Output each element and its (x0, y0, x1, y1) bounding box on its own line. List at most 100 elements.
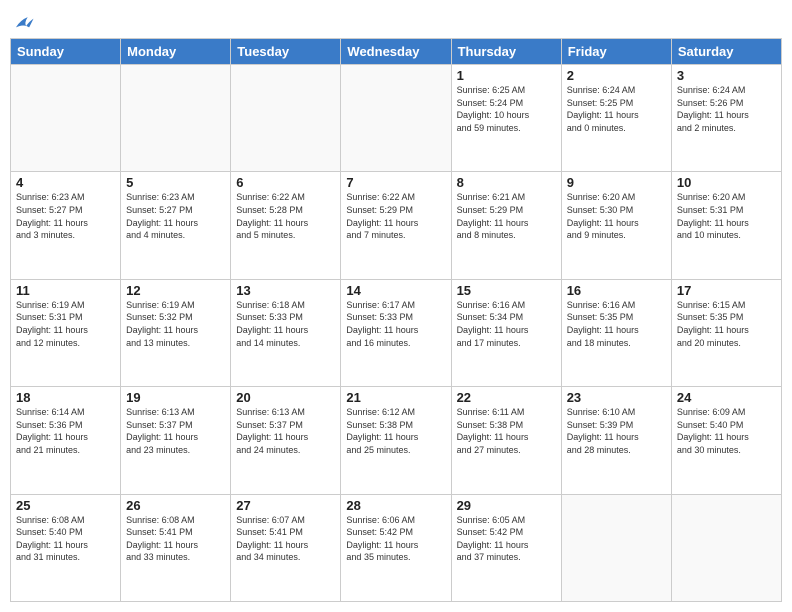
day-number: 27 (236, 498, 335, 513)
day-number: 11 (16, 283, 115, 298)
day-number: 23 (567, 390, 666, 405)
day-number: 24 (677, 390, 776, 405)
week-row-4: 18Sunrise: 6:14 AM Sunset: 5:36 PM Dayli… (11, 387, 782, 494)
day-info: Sunrise: 6:20 AM Sunset: 5:31 PM Dayligh… (677, 191, 776, 241)
calendar-cell: 9Sunrise: 6:20 AM Sunset: 5:30 PM Daylig… (561, 172, 671, 279)
calendar-cell: 5Sunrise: 6:23 AM Sunset: 5:27 PM Daylig… (121, 172, 231, 279)
calendar-cell: 20Sunrise: 6:13 AM Sunset: 5:37 PM Dayli… (231, 387, 341, 494)
calendar-cell: 1Sunrise: 6:25 AM Sunset: 5:24 PM Daylig… (451, 65, 561, 172)
day-number: 17 (677, 283, 776, 298)
calendar-cell: 26Sunrise: 6:08 AM Sunset: 5:41 PM Dayli… (121, 494, 231, 601)
calendar-cell: 14Sunrise: 6:17 AM Sunset: 5:33 PM Dayli… (341, 279, 451, 386)
day-number: 8 (457, 175, 556, 190)
day-number: 29 (457, 498, 556, 513)
day-number: 9 (567, 175, 666, 190)
weekday-header-saturday: Saturday (671, 39, 781, 65)
day-number: 1 (457, 68, 556, 83)
day-info: Sunrise: 6:08 AM Sunset: 5:41 PM Dayligh… (126, 514, 225, 564)
day-info: Sunrise: 6:24 AM Sunset: 5:26 PM Dayligh… (677, 84, 776, 134)
day-number: 13 (236, 283, 335, 298)
day-number: 26 (126, 498, 225, 513)
logo (10, 10, 35, 32)
calendar-cell: 17Sunrise: 6:15 AM Sunset: 5:35 PM Dayli… (671, 279, 781, 386)
calendar-cell: 6Sunrise: 6:22 AM Sunset: 5:28 PM Daylig… (231, 172, 341, 279)
calendar-cell: 7Sunrise: 6:22 AM Sunset: 5:29 PM Daylig… (341, 172, 451, 279)
day-info: Sunrise: 6:13 AM Sunset: 5:37 PM Dayligh… (126, 406, 225, 456)
day-number: 5 (126, 175, 225, 190)
day-number: 16 (567, 283, 666, 298)
day-info: Sunrise: 6:19 AM Sunset: 5:32 PM Dayligh… (126, 299, 225, 349)
day-number: 7 (346, 175, 445, 190)
day-number: 10 (677, 175, 776, 190)
calendar-cell (341, 65, 451, 172)
calendar-cell: 16Sunrise: 6:16 AM Sunset: 5:35 PM Dayli… (561, 279, 671, 386)
day-number: 12 (126, 283, 225, 298)
page: SundayMondayTuesdayWednesdayThursdayFrid… (0, 0, 792, 612)
day-info: Sunrise: 6:10 AM Sunset: 5:39 PM Dayligh… (567, 406, 666, 456)
day-info: Sunrise: 6:20 AM Sunset: 5:30 PM Dayligh… (567, 191, 666, 241)
day-number: 3 (677, 68, 776, 83)
calendar-cell: 18Sunrise: 6:14 AM Sunset: 5:36 PM Dayli… (11, 387, 121, 494)
day-number: 22 (457, 390, 556, 405)
calendar-table: SundayMondayTuesdayWednesdayThursdayFrid… (10, 38, 782, 602)
calendar-cell: 22Sunrise: 6:11 AM Sunset: 5:38 PM Dayli… (451, 387, 561, 494)
calendar-cell: 10Sunrise: 6:20 AM Sunset: 5:31 PM Dayli… (671, 172, 781, 279)
day-number: 14 (346, 283, 445, 298)
calendar-cell (11, 65, 121, 172)
day-info: Sunrise: 6:22 AM Sunset: 5:28 PM Dayligh… (236, 191, 335, 241)
day-number: 15 (457, 283, 556, 298)
day-info: Sunrise: 6:13 AM Sunset: 5:37 PM Dayligh… (236, 406, 335, 456)
calendar-cell: 23Sunrise: 6:10 AM Sunset: 5:39 PM Dayli… (561, 387, 671, 494)
calendar-cell (561, 494, 671, 601)
week-row-2: 4Sunrise: 6:23 AM Sunset: 5:27 PM Daylig… (11, 172, 782, 279)
day-number: 21 (346, 390, 445, 405)
day-info: Sunrise: 6:21 AM Sunset: 5:29 PM Dayligh… (457, 191, 556, 241)
day-info: Sunrise: 6:07 AM Sunset: 5:41 PM Dayligh… (236, 514, 335, 564)
weekday-header-monday: Monday (121, 39, 231, 65)
day-info: Sunrise: 6:22 AM Sunset: 5:29 PM Dayligh… (346, 191, 445, 241)
weekday-header-friday: Friday (561, 39, 671, 65)
calendar-cell (231, 65, 341, 172)
calendar-cell (121, 65, 231, 172)
week-row-1: 1Sunrise: 6:25 AM Sunset: 5:24 PM Daylig… (11, 65, 782, 172)
calendar-cell: 12Sunrise: 6:19 AM Sunset: 5:32 PM Dayli… (121, 279, 231, 386)
calendar-cell: 25Sunrise: 6:08 AM Sunset: 5:40 PM Dayli… (11, 494, 121, 601)
weekday-header-tuesday: Tuesday (231, 39, 341, 65)
weekday-header-sunday: Sunday (11, 39, 121, 65)
calendar-cell: 11Sunrise: 6:19 AM Sunset: 5:31 PM Dayli… (11, 279, 121, 386)
calendar-cell (671, 494, 781, 601)
day-number: 20 (236, 390, 335, 405)
day-number: 18 (16, 390, 115, 405)
day-info: Sunrise: 6:24 AM Sunset: 5:25 PM Dayligh… (567, 84, 666, 134)
day-info: Sunrise: 6:08 AM Sunset: 5:40 PM Dayligh… (16, 514, 115, 564)
day-info: Sunrise: 6:18 AM Sunset: 5:33 PM Dayligh… (236, 299, 335, 349)
day-info: Sunrise: 6:05 AM Sunset: 5:42 PM Dayligh… (457, 514, 556, 564)
day-number: 6 (236, 175, 335, 190)
weekday-header-thursday: Thursday (451, 39, 561, 65)
logo-bird-icon (13, 14, 35, 32)
day-info: Sunrise: 6:11 AM Sunset: 5:38 PM Dayligh… (457, 406, 556, 456)
calendar-cell: 2Sunrise: 6:24 AM Sunset: 5:25 PM Daylig… (561, 65, 671, 172)
calendar-cell: 4Sunrise: 6:23 AM Sunset: 5:27 PM Daylig… (11, 172, 121, 279)
day-info: Sunrise: 6:16 AM Sunset: 5:35 PM Dayligh… (567, 299, 666, 349)
day-info: Sunrise: 6:14 AM Sunset: 5:36 PM Dayligh… (16, 406, 115, 456)
calendar-cell: 19Sunrise: 6:13 AM Sunset: 5:37 PM Dayli… (121, 387, 231, 494)
calendar-cell: 13Sunrise: 6:18 AM Sunset: 5:33 PM Dayli… (231, 279, 341, 386)
day-info: Sunrise: 6:17 AM Sunset: 5:33 PM Dayligh… (346, 299, 445, 349)
day-info: Sunrise: 6:16 AM Sunset: 5:34 PM Dayligh… (457, 299, 556, 349)
calendar-cell: 3Sunrise: 6:24 AM Sunset: 5:26 PM Daylig… (671, 65, 781, 172)
day-number: 4 (16, 175, 115, 190)
weekday-header-row: SundayMondayTuesdayWednesdayThursdayFrid… (11, 39, 782, 65)
day-info: Sunrise: 6:25 AM Sunset: 5:24 PM Dayligh… (457, 84, 556, 134)
calendar-cell: 28Sunrise: 6:06 AM Sunset: 5:42 PM Dayli… (341, 494, 451, 601)
header (10, 10, 782, 32)
calendar-cell: 8Sunrise: 6:21 AM Sunset: 5:29 PM Daylig… (451, 172, 561, 279)
day-info: Sunrise: 6:06 AM Sunset: 5:42 PM Dayligh… (346, 514, 445, 564)
day-info: Sunrise: 6:09 AM Sunset: 5:40 PM Dayligh… (677, 406, 776, 456)
day-info: Sunrise: 6:19 AM Sunset: 5:31 PM Dayligh… (16, 299, 115, 349)
calendar-cell: 29Sunrise: 6:05 AM Sunset: 5:42 PM Dayli… (451, 494, 561, 601)
calendar-cell: 15Sunrise: 6:16 AM Sunset: 5:34 PM Dayli… (451, 279, 561, 386)
day-number: 19 (126, 390, 225, 405)
week-row-5: 25Sunrise: 6:08 AM Sunset: 5:40 PM Dayli… (11, 494, 782, 601)
day-number: 25 (16, 498, 115, 513)
